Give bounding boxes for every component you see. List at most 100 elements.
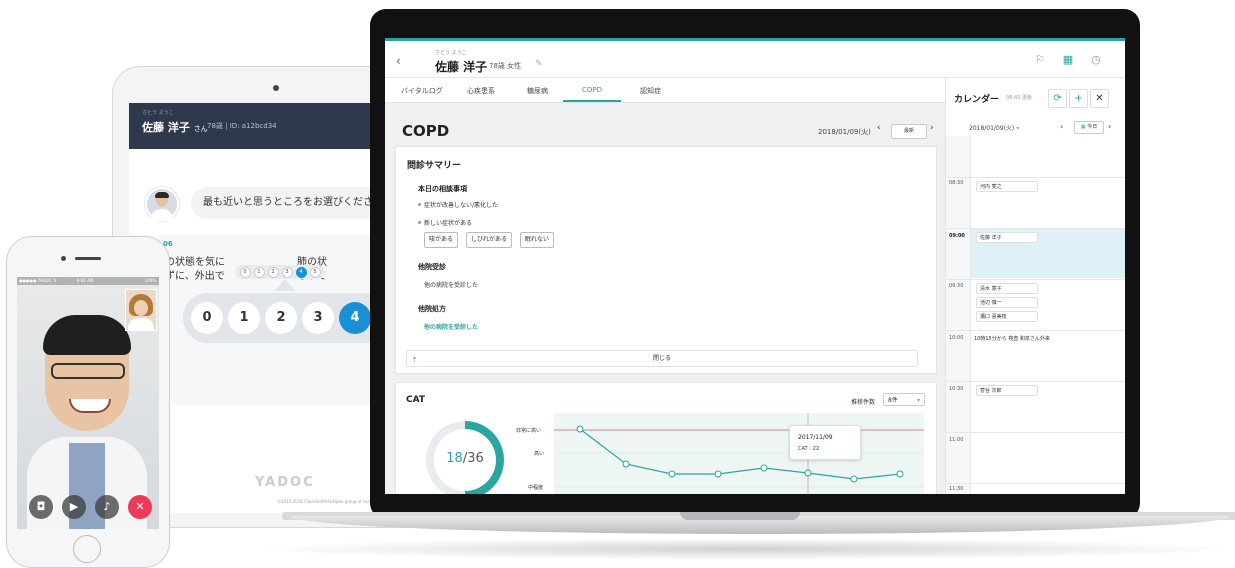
mini-scale-1[interactable]: 1 [253, 266, 265, 278]
latest-button[interactable]: 最新 [891, 124, 927, 139]
scale-option-1[interactable]: 1 [228, 302, 260, 334]
time-label: 11:00 [949, 437, 964, 443]
data-point [714, 470, 722, 478]
scale-option-0[interactable]: 0 [191, 302, 223, 334]
tooltip-date: 2017/11/09 [798, 434, 833, 441]
slot-row [946, 279, 1125, 280]
prev-day-button[interactable]: ‹ [1060, 122, 1063, 131]
calendar-event[interactable]: 瀬口 喜美枝 [976, 311, 1038, 322]
device-shadow [250, 538, 1235, 560]
data-point [760, 464, 768, 472]
status-time: 9:41 AM [77, 278, 94, 283]
cat-card: CAT 推移件数 8件 ▾ 18/36 非常に高い 高い 中程度 2017/11… [395, 382, 937, 494]
slot-row [946, 228, 1125, 229]
camera-icon[interactable]: ◘ [29, 495, 53, 519]
trend-count-value: 8件 [888, 397, 898, 404]
question-left-line1: の状態を気に [165, 257, 225, 268]
patient-age-sex: 78歳 女性 [489, 62, 522, 70]
mini-scale-3[interactable]: 3 [281, 266, 293, 278]
calendar-icon[interactable]: ▦ [1061, 53, 1075, 67]
time-label: 10:00 [949, 335, 964, 341]
time-label: 09:00 [949, 233, 965, 239]
edit-icon[interactable]: ✎ [535, 59, 543, 69]
symptom-chip[interactable]: 眠れない [520, 232, 555, 248]
current-date: 2018/01/09(火) [818, 128, 871, 136]
self-view-video[interactable] [125, 289, 157, 331]
patient-furigana: さとう ようこ [435, 50, 467, 56]
calendar-date[interactable]: 2018/01/09(火) ▾ [969, 123, 1019, 132]
back-button[interactable]: ‹ [396, 54, 401, 68]
flag-icon[interactable]: ⚐ [1033, 53, 1047, 67]
slot-row [946, 381, 1125, 382]
scale-option-4[interactable]: 4 [339, 302, 371, 334]
home-button[interactable] [73, 535, 101, 563]
scale-option-3[interactable]: 3 [302, 302, 334, 334]
trend-count-select[interactable]: 8件 ▾ [883, 393, 925, 406]
mini-scale-5[interactable]: 5 [309, 266, 321, 278]
calendar-title: カレンダー [954, 95, 1000, 105]
calendar-note[interactable]: 10時15分から 検査 和泉さん外来 [974, 335, 1050, 342]
phone-device: ●●●●● YADOC 令 9:41 AM 100% ◘ ▶ ♪ ✕ [6, 236, 170, 568]
summary-heading: 問診サマリー [407, 161, 462, 171]
other-prescription-text[interactable]: 他の病院を受診した [424, 322, 478, 331]
symptom-chip[interactable]: 咳がある [424, 232, 459, 248]
summary-card: 問診サマリー 本日の相談事項 症状が改善しない/悪化した 新しい症状がある 咳が… [395, 146, 937, 374]
cat-trend-chart: 非常に高い 高い 中程度 [516, 413, 924, 494]
consult-item: 症状が改善しない/悪化した [424, 202, 499, 209]
donut-inner: 18/36 [434, 429, 496, 491]
clock-icon[interactable]: ◷ [1089, 53, 1103, 67]
doctor-glasses [51, 363, 125, 379]
refresh-icon[interactable]: ⟳ [1048, 89, 1067, 108]
symptom-chip[interactable]: しびれがある [466, 232, 513, 248]
time-label: 09:30 [949, 283, 964, 289]
data-point [896, 470, 904, 478]
cat-score: 18/36 [446, 451, 484, 466]
slot-row [946, 432, 1125, 433]
calendar-icon: ▦ [1080, 124, 1086, 130]
patient-info: 78歳 | ID: a12bcd34 [207, 122, 277, 130]
tab-diabetes[interactable]: 糖尿病 [527, 86, 548, 96]
scale-pointer [275, 279, 295, 291]
tab-cardiac[interactable]: 心疾患系 [467, 86, 495, 96]
today-button[interactable]: ▦ 今日 [1074, 121, 1104, 134]
prev-date-button[interactable]: ‹ [877, 123, 881, 133]
chart-plot-area [554, 413, 924, 494]
tab-copd[interactable]: COPD [582, 86, 602, 94]
data-point [622, 460, 630, 468]
mic-icon[interactable]: ♪ [95, 495, 119, 519]
cat-score-donut: 18/36 [426, 421, 504, 494]
mini-scale-4[interactable]: 4 [295, 266, 307, 278]
mini-scale-2[interactable]: 2 [267, 266, 279, 278]
page-title: COPD [402, 122, 450, 140]
time-label: 11:30 [949, 486, 964, 492]
tablet-camera [273, 85, 279, 91]
calendar-event[interactable]: 菅谷 次郎 [976, 385, 1038, 396]
app-header: ‹ さとう ようこ 佐藤 洋子 78歳 女性 ✎ ⚐ ▦ ◷ [385, 38, 1125, 78]
slot-row [946, 483, 1125, 484]
other-prescription-heading: 他院処方 [418, 305, 446, 313]
calendar-event[interactable]: 池辺 慎一 [976, 297, 1038, 308]
calendar-event[interactable]: 河内 寛之 [976, 181, 1038, 192]
time-label: 10:30 [949, 386, 964, 392]
calendar-event[interactable]: 清水 寛子 [976, 283, 1038, 294]
mini-scale-0[interactable]: 0 [239, 266, 251, 278]
calendar-event[interactable]: 佐藤 洋子 [976, 232, 1038, 243]
close-button[interactable]: ⤒ 閉じる [406, 350, 918, 367]
next-day-button[interactable]: › [1108, 122, 1111, 131]
tab-dementia[interactable]: 認知症 [640, 86, 661, 96]
end-call-icon[interactable]: ✕ [128, 495, 152, 519]
tab-vital-log[interactable]: バイタルログ [401, 86, 443, 96]
other-hospital-text: 他の病院を受診した [424, 282, 479, 289]
add-icon[interactable]: + [1069, 89, 1088, 108]
other-hospital-heading: 他院受診 [418, 263, 446, 271]
battery: 100% [144, 278, 156, 283]
scale-option-2[interactable]: 2 [265, 302, 297, 334]
phone-camera [61, 256, 66, 261]
copyright: ©2015-2018 ClaireSmith4kAlpha group of c… [277, 499, 382, 504]
mini-scale: 0 1 2 3 4 5 [235, 265, 325, 279]
next-date-button[interactable]: › [930, 123, 934, 133]
video-icon[interactable]: ▶ [62, 495, 86, 519]
data-point [804, 469, 812, 477]
trend-label: 推移件数 [851, 399, 876, 406]
close-icon[interactable]: ✕ [1090, 89, 1109, 108]
